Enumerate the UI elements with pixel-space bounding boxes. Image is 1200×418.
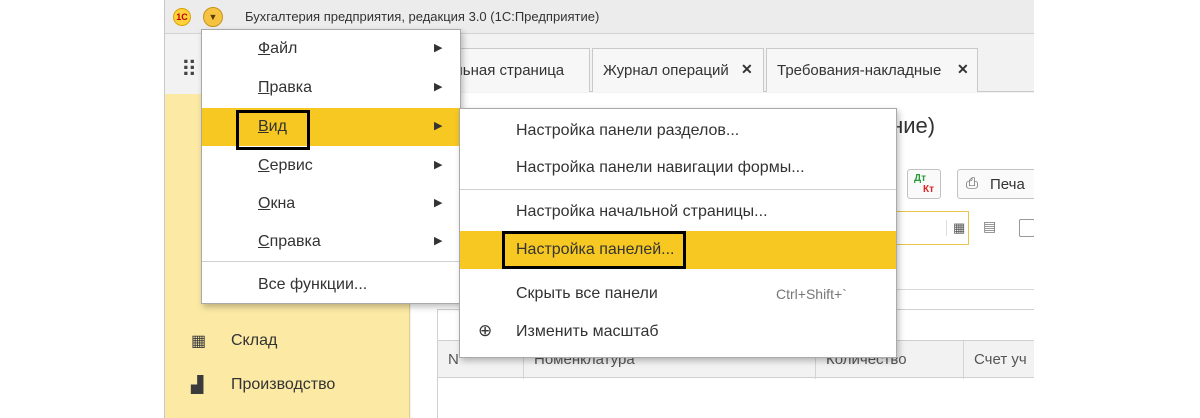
submenu-item-sections-panel[interactable]: Настройка панели разделов... xyxy=(460,112,896,150)
zoom-icon: ⊕ xyxy=(478,321,493,340)
dt-kt-button[interactable]: Дт Кт xyxy=(907,169,941,199)
close-icon[interactable]: ✕ xyxy=(957,61,969,78)
sidebar-item-label: Производство xyxy=(231,376,336,393)
app-logo: 1С xyxy=(173,8,191,26)
highlight-frame xyxy=(236,110,310,150)
menu-item-view[interactable]: Вид ▶ xyxy=(202,108,460,150)
header-label: N xyxy=(448,351,459,368)
menu-item-label: Сервис xyxy=(258,157,313,174)
tab-requisitions[interactable]: Требования-накладные ✕ xyxy=(766,48,978,92)
submenu-item-label: Настройка панели разделов... xyxy=(516,122,740,139)
submenu-item-hide-panels[interactable]: Скрыть все панели Ctrl+Shift+` xyxy=(460,275,896,313)
dt-label: Дт xyxy=(914,173,927,184)
chevron-right-icon: ▶ xyxy=(434,235,443,247)
tab-bar: Начальная страница Журнал операций ✕ Тре… xyxy=(408,46,1034,92)
checkbox[interactable] xyxy=(1019,219,1034,237)
chevron-right-icon: ▶ xyxy=(434,81,443,93)
menu-item-help[interactable]: Справка ▶ xyxy=(202,223,460,261)
submenu-item-panels-settings[interactable]: Настройка панелей... xyxy=(460,231,896,269)
print-button[interactable]: ⎙ Печа xyxy=(957,169,1034,199)
menu-item-windows[interactable]: Окна ▶ xyxy=(202,185,460,223)
menu-item-label: Правка xyxy=(258,79,313,96)
menu-item-file[interactable]: Файл ▶ xyxy=(202,30,460,68)
column-header-account[interactable]: Счет уч xyxy=(964,341,1034,379)
chevron-right-icon: ▶ xyxy=(434,197,443,209)
calendar-icon[interactable]: ▦ xyxy=(946,220,965,236)
submenu-item-form-navigation[interactable]: Настройка панели навигации формы... xyxy=(460,149,896,187)
main-menu: Файл ▶ Правка ▶ Вид ▶ Сервис ▶ Окна ▶ Сп… xyxy=(201,29,461,304)
kt-label: Кт xyxy=(923,184,935,195)
header-label: Счет уч xyxy=(974,351,1027,368)
chevron-right-icon: ▶ xyxy=(434,120,443,132)
window-title: Бухгалтерия предприятия, редакция 3.0 (1… xyxy=(245,9,600,24)
close-icon[interactable]: ✕ xyxy=(741,61,753,78)
sidebar-item-production[interactable]: ▟ Производство xyxy=(165,365,410,405)
menu-item-label: Все функции... xyxy=(258,276,368,293)
sidebar-item-warehouse[interactable]: ▦ Склад xyxy=(165,321,410,361)
main-menu-button[interactable]: ▼ xyxy=(203,7,223,27)
menu-divider xyxy=(202,261,460,262)
highlight-frame xyxy=(502,231,686,269)
submenu-item-label: Настройка начальной страницы... xyxy=(516,203,768,220)
menu-item-service[interactable]: Сервис ▶ xyxy=(202,147,460,185)
sidebar-item-label: Склад xyxy=(231,332,278,349)
warehouse-icon: ▦ xyxy=(191,333,207,350)
submenu-item-home-page[interactable]: Настройка начальной страницы... xyxy=(460,193,896,231)
chevron-right-icon: ▶ xyxy=(434,159,443,171)
shortcut-label: Ctrl+Shift+` xyxy=(776,286,847,302)
menu-item-label: Окна xyxy=(258,195,296,212)
tab-label: Требования-накладные xyxy=(777,62,942,79)
view-submenu: Настройка панели разделов... Настройка п… xyxy=(459,108,897,358)
submenu-item-zoom[interactable]: ⊕ Изменить масштаб xyxy=(460,313,896,351)
menu-item-label: Справка xyxy=(258,233,321,250)
submenu-item-label: Скрыть все панели xyxy=(516,285,658,302)
list-icon[interactable]: ▤ xyxy=(983,218,996,235)
submenu-item-label: Настройка панели навигации формы... xyxy=(516,159,805,176)
tab-journal[interactable]: Журнал операций ✕ xyxy=(592,48,764,92)
menu-item-label: Файл xyxy=(258,40,298,57)
print-label: Печа xyxy=(990,176,1025,193)
tab-label: Журнал операций xyxy=(603,62,729,79)
submenu-item-label: Изменить масштаб xyxy=(516,323,659,340)
menu-item-edit[interactable]: Правка ▶ xyxy=(202,69,460,107)
grid-icon[interactable]: ⠿ xyxy=(181,57,197,83)
app-window: 1С ▼ Бухгалтерия предприятия, редакция 3… xyxy=(164,0,1034,418)
chevron-right-icon: ▶ xyxy=(434,42,443,54)
printer-icon: ⎙ xyxy=(966,175,979,192)
menu-divider xyxy=(460,189,896,190)
menu-item-all-functions[interactable]: Все функции... xyxy=(202,266,460,304)
factory-icon: ▟ xyxy=(191,377,204,394)
